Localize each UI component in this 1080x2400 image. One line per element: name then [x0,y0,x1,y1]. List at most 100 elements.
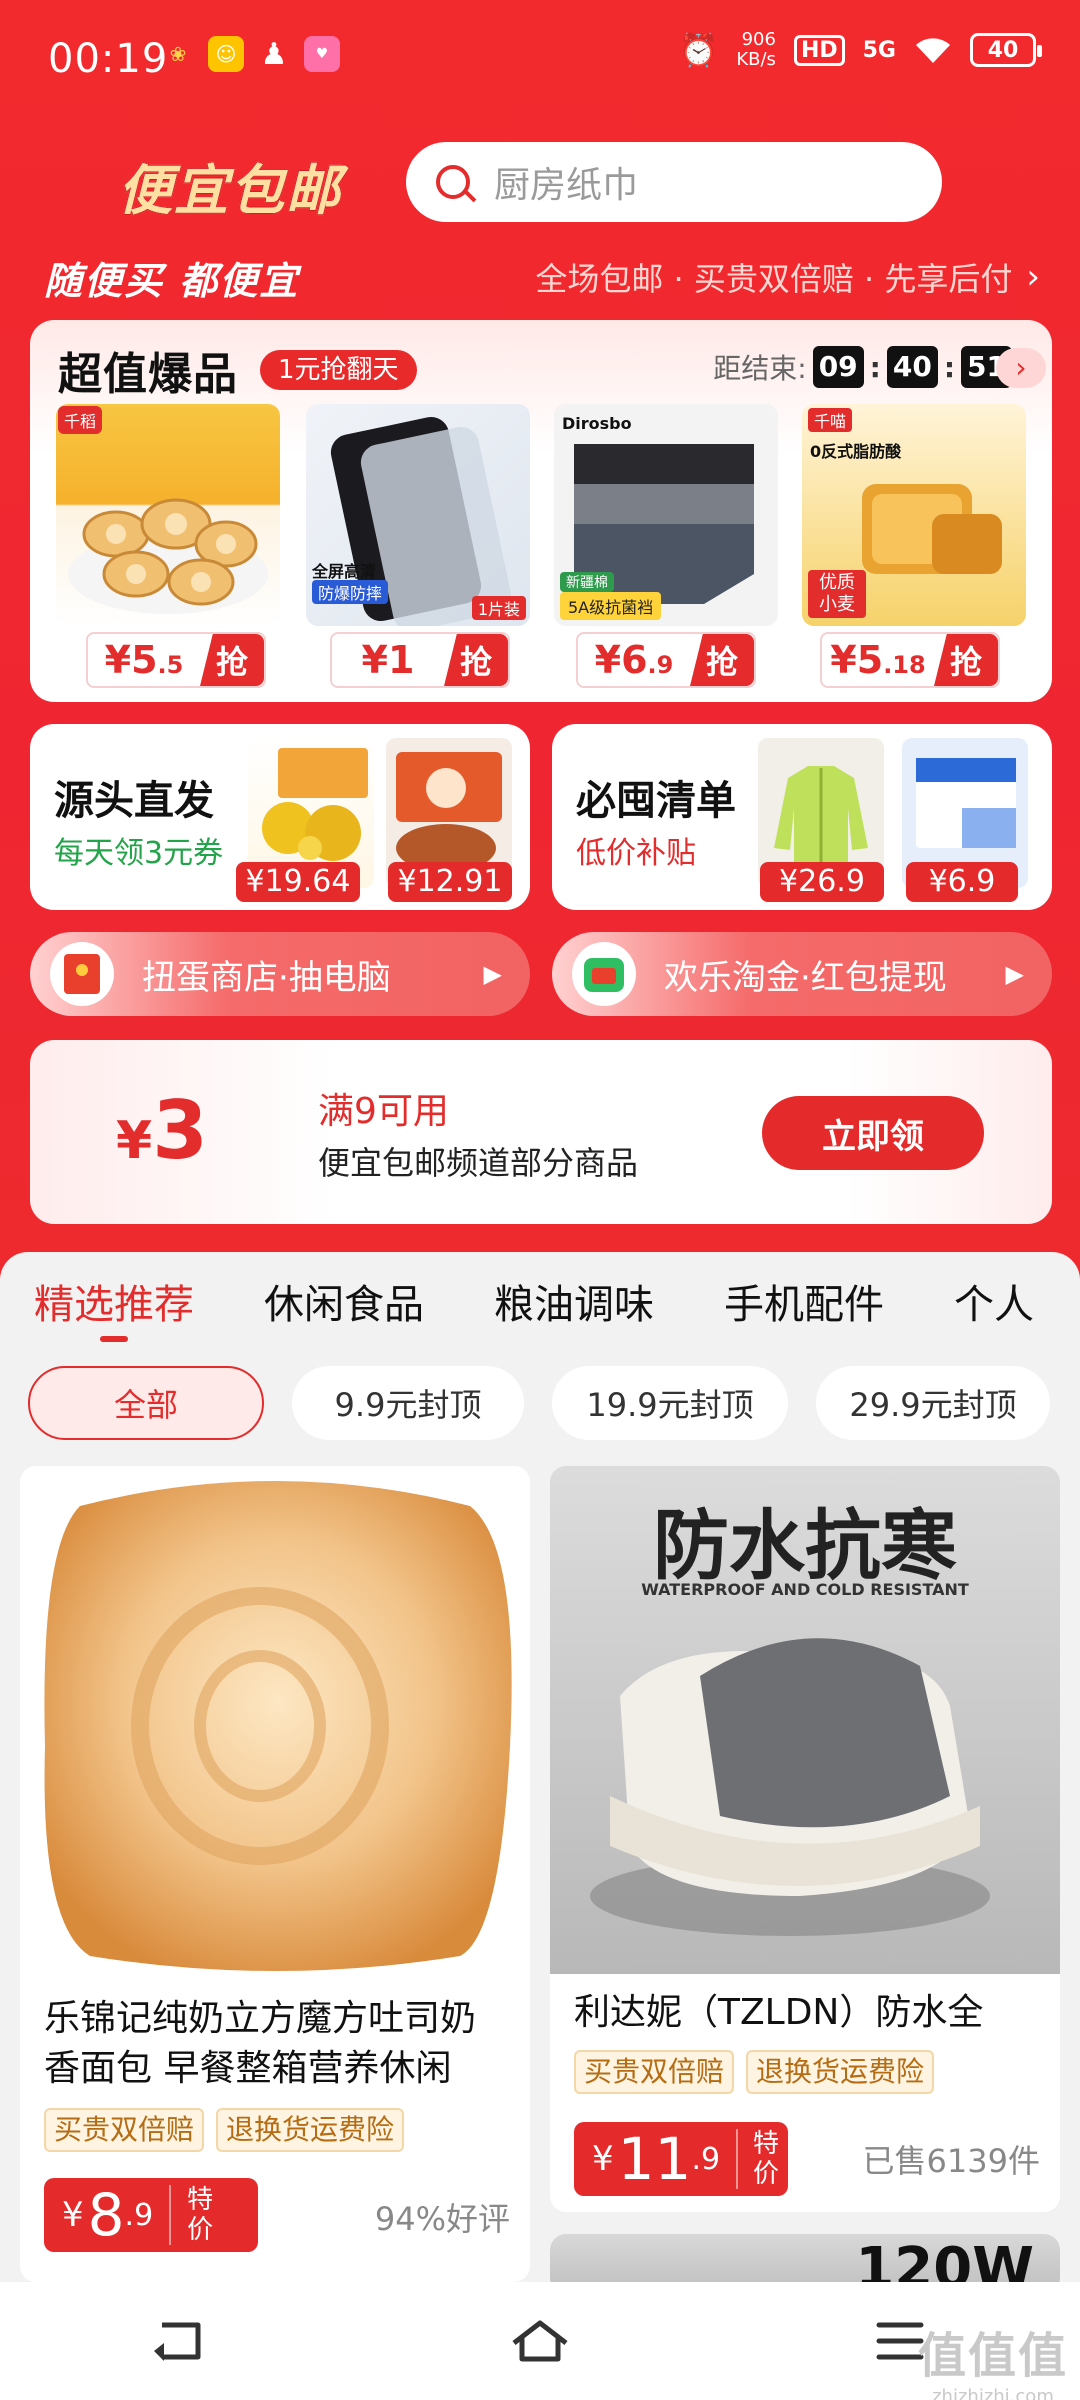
tab-grain-oil[interactable]: 粮油调味 [494,1272,654,1330]
product-label: 全屏高清 [312,562,377,581]
price-filter-chips: 全部 9.9元封顶 19.9元封顶 29.9元封顶 [28,1366,1050,1440]
back-icon [154,2322,201,2361]
gacha-store-entry[interactable]: 扭蛋商店·抽电脑 ▶ [30,932,530,1016]
hd-icon: HD [793,34,845,66]
tab-snacks[interactable]: 休闲食品 [264,1272,424,1330]
feed-section: 精选推荐 休闲食品 粮油调味 手机配件 个人 全部 9.9元封顶 19.9元封顶… [0,1252,1080,2294]
grab-button[interactable]: 抢 [444,634,508,686]
product-tags: 买贵双倍赔 退换货运费险 [574,2050,935,2094]
product-card-1[interactable]: 乐锦记纯奶立方魔方吐司奶 香面包 早餐整箱营养休闲 买贵双倍赔 退换货运费险 ¥… [20,1466,530,2282]
flash-product-3-image[interactable]: Dirosbo 5A级抗菌裆 新疆棉 [554,404,778,626]
red-envelope-icon [50,942,114,1006]
countdown: 距结束: 09 : 40 : 51 [713,346,1012,388]
watermark: 值值值 zhizhizhi.com [918,2316,1068,2400]
source-direct-card[interactable]: 源头直发 每天领3元券 ¥19.64 ¥12.91 [30,724,530,910]
countdown-minutes: 40 [886,346,938,388]
image-title: 防水抗寒 [653,1501,957,1590]
app-screen: 00:19 ❀ ☺ ♟ ♥ ⏰ 906 KB/s HD 5G 40 便宜包邮 厨… [0,0,1080,2400]
price-decimal: .9 [124,2197,154,2233]
price-badge: ¥26.9 [760,862,884,902]
flash-product-1-image[interactable]: 千稻 [56,404,280,626]
flash-product-4-buy[interactable]: ¥5.18 抢 [820,632,1000,688]
watermark-url: zhizhizhi.com [932,2386,1054,2400]
price-decimal: .5 [157,651,184,679]
watermark-logo: 值值值 [917,2328,1068,2384]
product-card-2[interactable]: 防水抗寒 WATERPROOF AND COLD RESISTANT 利达妮（T… [550,1466,1060,2212]
product-brand-label: 千稻 [58,406,103,434]
benefits-link[interactable]: 全场包邮 · 买贵双倍赔 · 先享后付 › [535,254,1040,300]
price-main: ¥6 [594,638,648,682]
tab-personal[interactable]: 个人 [954,1272,1034,1330]
tab-phone-accessories[interactable]: 手机配件 [724,1272,884,1330]
benefits-text: 全场包邮 · 买贵双倍赔 · 先享后付 [535,260,1013,298]
chip-9-9[interactable]: 9.9元封顶 [292,1366,524,1440]
tag-price-guarantee: 买贵双倍赔 [574,2050,735,2094]
red-envelope-glyph [64,954,100,994]
status-bar: 00:19 ❀ ☺ ♟ ♥ ⏰ 906 KB/s HD 5G 40 [0,0,1080,120]
countdown-hours: 09 [812,346,864,388]
special-price-label: 特价 [736,2129,788,2189]
chip-19-9[interactable]: 19.9元封顶 [552,1366,788,1440]
home-icon [512,2320,568,2362]
tag-price-guarantee: 买贵双倍赔 [44,2108,205,2152]
product-price: ¥11.9 特价 [574,2122,788,2196]
back-button[interactable] [140,2301,220,2381]
play-arrow-icon: ▶ [1005,960,1024,988]
product-name: 利达妮（TZLDN）防水全 [574,1992,984,2033]
price: ¥1 [332,638,444,682]
status-time: 00:19 [48,36,169,82]
app-mascot-icon: ☺ [208,36,244,72]
grab-button[interactable]: 抢 [690,634,754,686]
gold-digging-entry[interactable]: 欢乐淘金·红包提现 ▶ [552,932,1052,1016]
flash-sale-card: 超值爆品 1元抢翻天 距结束: 09 : 40 : 51 › 千稻 全屏高清 防… [30,320,1052,702]
product-image: 防水抗寒 WATERPROOF AND COLD RESISTANT [550,1466,1060,1974]
grab-button[interactable]: 抢 [934,634,998,686]
toast-cube-illustration [44,1481,512,1971]
product-brand-label: 千喵 [808,408,853,432]
chip-all[interactable]: 全部 [28,1366,264,1440]
tab-recommended[interactable]: 精选推荐 [34,1272,194,1342]
home-button[interactable] [500,2301,580,2381]
product-rating: 94%好评 [374,2200,510,2238]
search-icon [436,165,470,199]
egg-roll-illustration [68,498,268,614]
price-main: ¥5 [104,638,158,682]
price-main: ¥1 [361,638,415,682]
qq-icon: ♟ [260,36,288,72]
must-stock-card[interactable]: 必囤清单 低价补贴 ¥26.9 ¥6.9 [552,724,1052,910]
wallet-glyph [584,958,624,992]
flash-sale-more-button[interactable]: › [996,348,1046,388]
image-subtitle: WATERPROOF AND COLD RESISTANT [641,1580,969,1599]
logo-text: 便宜包邮 [117,146,342,225]
search-bar[interactable]: 厨房纸巾 [406,142,942,222]
play-arrow-icon: ▶ [483,960,502,988]
signal-5g-icon: 5G [862,37,896,63]
product-label: 防爆防摔 [312,580,389,604]
must-stock-subtitle: 低价补贴 [576,836,696,871]
countdown-label: 距结束: [713,352,807,385]
claim-coupon-button[interactable]: 立即领 [762,1096,984,1170]
alarm-icon: ⏰ [678,31,719,69]
price-integer: 11 [617,2125,692,2193]
flash-product-2-buy[interactable]: ¥1 抢 [330,632,510,688]
grab-button[interactable]: 抢 [200,634,264,686]
flash-product-3-buy[interactable]: ¥6.9 抢 [576,632,756,688]
coupon-card: ¥3 满9可用 便宜包邮频道部分商品 立即领 [30,1040,1052,1224]
gacha-store-label: 扭蛋商店·抽电脑 [142,957,391,998]
price-decimal: .18 [883,651,926,679]
battery-level: 40 [987,37,1019,63]
slogan: 随便买 都便宜 [44,259,300,303]
tag-return-insurance: 退换货运费险 [746,2050,935,2094]
coupon-amount: ¥3 [116,1084,208,1177]
product-name: 乐锦记纯奶立方魔方吐司奶 [44,1998,477,2039]
flash-product-2-image[interactable]: 全屏高清 防爆防摔 1片装 [306,404,530,626]
price-badge: ¥19.64 [236,862,360,902]
coupon-condition: 满9可用 [318,1091,449,1132]
flash-product-1-buy[interactable]: ¥5.5 抢 [86,632,266,688]
coupon-currency: ¥ [116,1111,153,1171]
source-direct-title: 源头直发 [54,778,214,824]
flash-sale-title: 超值爆品 [58,349,238,400]
chip-29-9[interactable]: 29.9元封顶 [816,1366,1050,1440]
flash-product-4-image[interactable]: 千喵 0反式脂肪酸 优质小麦 [802,404,1026,626]
price: ¥5.5 [88,638,200,682]
